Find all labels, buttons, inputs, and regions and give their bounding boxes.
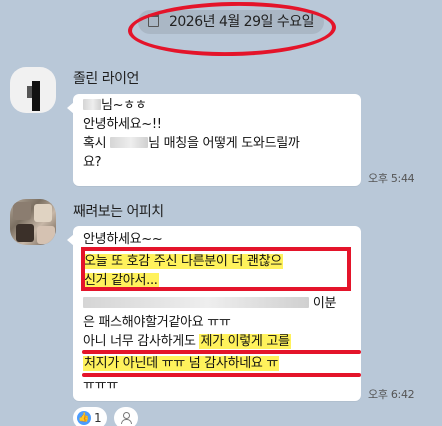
calendar-icon [148, 14, 160, 27]
message-line: 신거 같아서... [83, 271, 159, 290]
highlighted-text: 제가 이렇게 고를 [199, 334, 291, 349]
message-time: 오후 6:42 [368, 388, 415, 401]
like-reaction-button[interactable]: 👍 1 [73, 407, 107, 426]
message-bubble[interactable]: 안녕하세요~~ 오늘 또 호감 주신 다른분이 더 괜찮으 신거 같아서... … [67, 226, 361, 401]
reaction-profile-button[interactable] [113, 407, 138, 426]
message-line: 혹시 님 매칭을 어떻게 도와드릴까 [83, 136, 300, 151]
message-line: 이분 [83, 294, 336, 313]
sender-name: 졸린 라이언 [73, 71, 139, 87]
highlighted-text: 신거 같아서... [83, 273, 159, 288]
message-line: 아니 너무 감사하게도 제가 이렇게 고를 [83, 334, 291, 349]
chat-screen: 2026년 4월 29일 수요일 졸린 라이언 님~ㅎㅎ 안녕하세요~!! 혹시… [0, 0, 442, 426]
highlighted-text: 처지가 아닌데 ㅠㅠ 넘 감사하네요 ㅠ [83, 356, 280, 371]
message-line: 님~ㅎㅎ [83, 96, 147, 115]
message-line: 안녕하세요~~ [83, 232, 163, 247]
message-reactions: 👍 1 [73, 407, 138, 426]
sender-avatar-glaring-apeach[interactable] [10, 199, 56, 245]
message-line: 처지가 아닌데 ㅠㅠ 넘 감사하네요 ㅠ [83, 354, 280, 373]
sender-avatar-sleepy-lion[interactable] [10, 67, 56, 113]
thumbs-up-icon: 👍 [77, 411, 91, 425]
date-banner: 2026년 4월 29일 수요일 [138, 10, 324, 34]
message-line: 오늘 또 호감 주신 다른분이 더 괜찮으 [83, 252, 283, 271]
highlighted-text: 오늘 또 호감 주신 다른분이 더 괜찮으 [83, 254, 283, 269]
message-bubble[interactable]: 님~ㅎㅎ 안녕하세요~!! 혹시 님 매칭을 어떻게 도와드릴까 요? [67, 94, 361, 186]
message-line: 안녕하세요~!! [83, 117, 162, 132]
red-underline [82, 373, 361, 377]
message-line: 은 패스해야할거같아요 ㅠㅠ [83, 315, 231, 330]
redacted-name [110, 137, 149, 148]
message-time: 오후 5:44 [368, 172, 415, 185]
like-count: 1 [94, 411, 102, 425]
person-icon [120, 412, 133, 424]
redacted-name [83, 99, 101, 110]
redacted-text [83, 297, 309, 308]
message-line: ㅠㅠㅠ [83, 378, 118, 393]
date-text: 2026년 4월 29일 수요일 [168, 14, 314, 30]
sender-name: 째려보는 어피치 [73, 204, 164, 220]
message-line: 요? [83, 155, 102, 170]
